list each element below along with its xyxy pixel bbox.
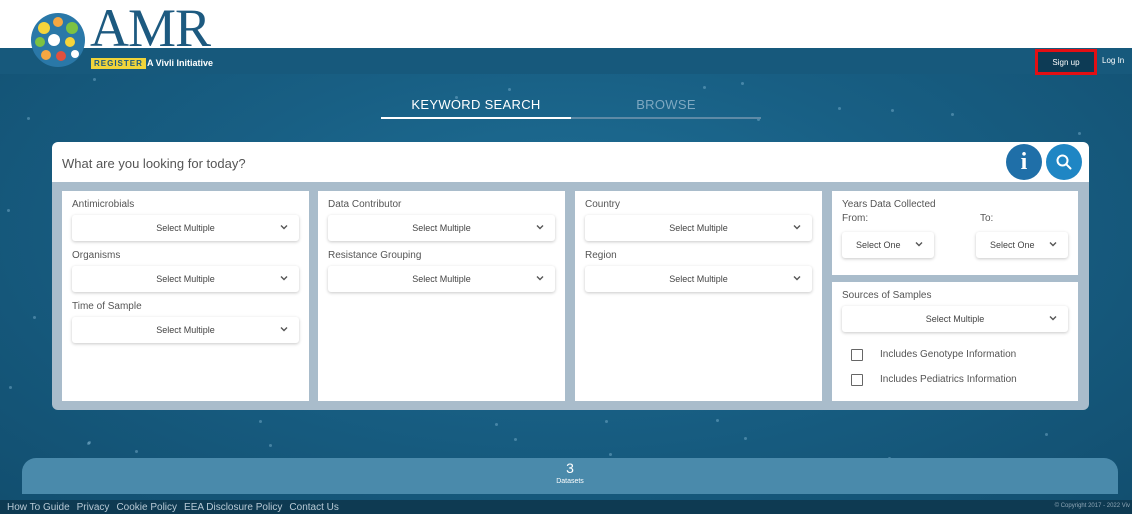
background-speck [9,386,12,389]
filter-card-3: Country Select Multiple Region Select Mu… [575,191,822,401]
background-speck [514,438,517,441]
background-speck [7,209,10,212]
background-speck [744,437,747,440]
log-in-link[interactable]: Log In [1102,56,1124,65]
chevron-down-icon [280,276,288,281]
background-speck [838,107,841,110]
background-speck [1078,132,1081,135]
background-speck [87,442,90,445]
organisms-value: Select Multiple [156,274,215,284]
footer-link-cookie-policy[interactable]: Cookie Policy [116,502,177,513]
sources-select[interactable]: Select Multiple [842,306,1068,332]
chevron-down-icon [280,327,288,332]
time-of-sample-value: Select Multiple [156,325,215,335]
resistance-grouping-label: Resistance Grouping [328,250,422,261]
data-contributor-select[interactable]: Select Multiple [328,215,555,241]
region-value: Select Multiple [669,274,728,284]
sources-label: Sources of Samples [842,290,932,301]
sign-up-button[interactable]: Sign up [1035,49,1097,75]
search-button[interactable] [1046,144,1082,180]
pediatrics-label: Includes Pediatrics Information [880,374,1017,385]
resistance-grouping-value: Select Multiple [412,274,471,284]
chevron-down-icon [1049,242,1057,247]
register-badge: REGISTER [91,58,146,69]
year-from-value: Select One [856,240,901,250]
background-speck [495,423,498,426]
organisms-label: Organisms [72,250,121,261]
antimicrobials-label: Antimicrobials [72,199,135,210]
years-card: Years Data Collected From: To: Select On… [832,191,1078,275]
time-of-sample-label: Time of Sample [72,301,142,312]
chevron-down-icon [1049,316,1057,321]
background-speck [609,453,612,456]
sources-card: Sources of Samples Select Multiple Inclu… [832,282,1078,401]
search-input[interactable] [62,152,962,174]
year-to-select[interactable]: Select One [976,232,1068,258]
background-speck [891,109,894,112]
background-speck [741,82,744,85]
tab-browse[interactable]: BROWSE [571,97,761,119]
background-speck [605,420,608,423]
year-from-select[interactable]: Select One [842,232,934,258]
background-speck [259,420,262,423]
background-speck [33,316,36,319]
organisms-select[interactable]: Select Multiple [72,266,299,292]
footer-links: How To Guide Privacy Cookie Policy EEA D… [7,502,339,513]
chevron-down-icon [793,276,801,281]
data-contributor-value: Select Multiple [412,223,471,233]
search-icon [1056,154,1072,170]
antimicrobials-value: Select Multiple [156,223,215,233]
datasets-count: 3 [566,460,574,476]
chevron-down-icon [536,276,544,281]
region-label: Region [585,250,617,261]
background-speck [508,88,511,91]
logo-wordmark: AMR [90,0,211,58]
filter-panel: Antimicrobials Select Multiple Organisms… [52,182,1089,410]
background-speck [93,78,96,81]
background-speck [951,113,954,116]
sources-value: Select Multiple [925,314,985,324]
tab-keyword-search[interactable]: KEYWORD SEARCH [381,97,571,119]
country-label: Country [585,199,621,210]
country-value: Select Multiple [669,223,728,233]
from-label: From: [842,213,869,224]
amr-logo[interactable]: AMR REGISTER A Vivli Initiative [28,0,258,69]
background-speck [716,419,719,422]
filter-card-1: Antimicrobials Select Multiple Organisms… [62,191,309,401]
to-label: To: [980,213,994,224]
data-contributor-label: Data Contributor [328,199,402,210]
footer-link-privacy[interactable]: Privacy [77,502,110,513]
background-speck [269,444,272,447]
datasets-label: Datasets [556,478,584,485]
chevron-down-icon [915,242,923,247]
background-speck [703,86,706,89]
genotype-checkbox[interactable] [851,349,863,361]
time-of-sample-select[interactable]: Select Multiple [72,317,299,343]
chevron-down-icon [280,225,288,230]
background-speck [135,450,138,453]
filter-card-2: Data Contributor Select Multiple Resista… [318,191,565,401]
chevron-down-icon [536,225,544,230]
logo-dots-icon [31,13,85,67]
region-select[interactable]: Select Multiple [585,266,812,292]
datasets-bar[interactable]: 3 Datasets [22,458,1118,494]
footer: How To Guide Privacy Cookie Policy EEA D… [0,500,1132,514]
footer-link-eea-disclosure[interactable]: EEA Disclosure Policy [184,502,282,513]
background-speck [1045,433,1048,436]
background-speck [27,117,30,120]
search-bar [52,142,1089,182]
copyright-text: © Copyright 2017 - 2022 Viv [1054,503,1130,509]
year-to-value: Select One [990,240,1035,250]
info-icon[interactable]: i [1006,144,1042,180]
genotype-label: Includes Genotype Information [880,349,1017,360]
chevron-down-icon [793,225,801,230]
logo-tagline: A Vivli Initiative [147,58,214,68]
footer-link-contact-us[interactable]: Contact Us [289,502,338,513]
resistance-grouping-select[interactable]: Select Multiple [328,266,555,292]
country-select[interactable]: Select Multiple [585,215,812,241]
years-label: Years Data Collected [842,199,936,210]
antimicrobials-select[interactable]: Select Multiple [72,215,299,241]
footer-link-how-to-guide[interactable]: How To Guide [7,502,70,513]
pediatrics-checkbox[interactable] [851,374,863,386]
